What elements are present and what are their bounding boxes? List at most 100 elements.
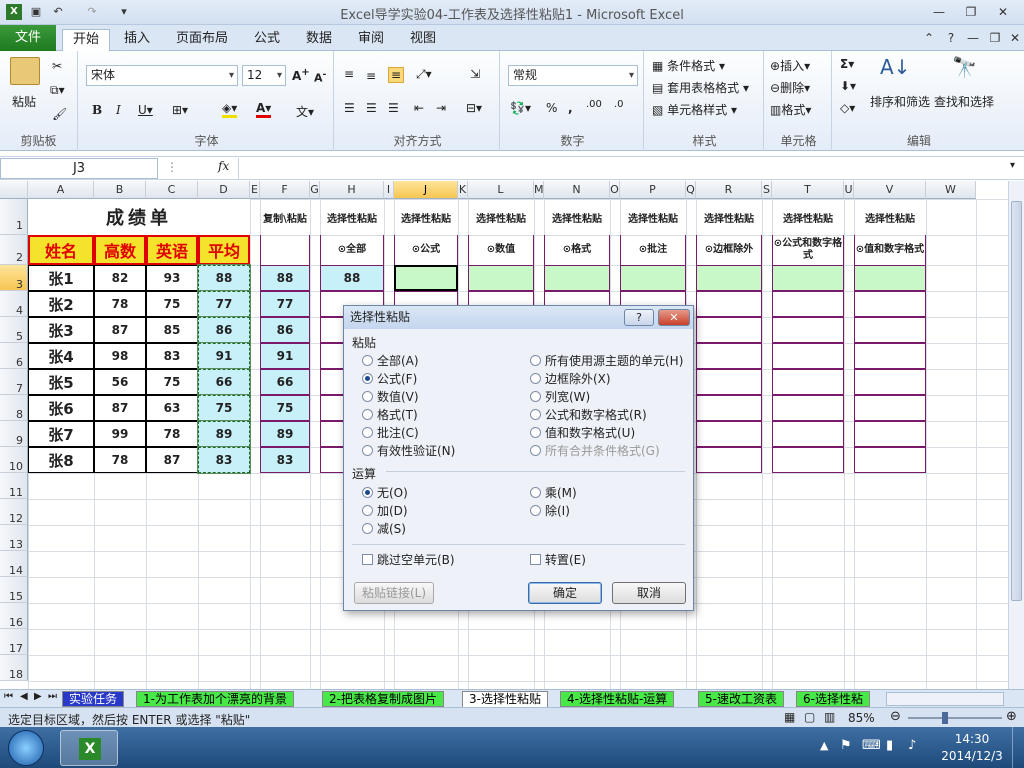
align-center-icon[interactable]: ☰ [366, 101, 377, 115]
insert-function-icon[interactable]: fx [218, 159, 229, 173]
paste-option-left-0[interactable]: 全部(A) [362, 352, 419, 369]
paste-option-right-0[interactable]: 所有使用源主题的单元(H) [530, 352, 683, 369]
column-header-B[interactable]: B [94, 181, 146, 199]
paste-target-cell[interactable] [854, 317, 926, 343]
expand-formula-icon[interactable]: ▾ [1010, 160, 1015, 171]
transpose-checkbox[interactable]: 转置(E) [530, 551, 586, 568]
zoom-slider-thumb[interactable] [942, 712, 948, 724]
format-cells-button[interactable]: ▥格式▾ [770, 101, 811, 118]
paste-button[interactable]: 粘贴 [12, 93, 36, 110]
autosum-icon[interactable]: Σ▾ [840, 57, 854, 71]
minimize-icon[interactable]: — [926, 3, 952, 21]
column-header-M[interactable]: M [534, 181, 544, 199]
accounting-format-icon[interactable]: 💱▾ [510, 101, 531, 115]
increase-decimal-icon[interactable]: .00 [586, 99, 602, 110]
sheet-tab-5[interactable]: 5-速改工资表 [698, 691, 784, 707]
number-format-combo[interactable]: 常规 [508, 65, 638, 86]
dialog-help-button[interactable]: ? [624, 309, 654, 326]
column-header-D[interactable]: D [198, 181, 250, 199]
row-header-2[interactable]: 2 [0, 235, 28, 265]
find-select-icon[interactable]: 🔭 [952, 55, 977, 79]
operation-option-right-1[interactable]: 除(I) [530, 502, 570, 519]
zoom-in-icon[interactable]: ⊕ [1006, 709, 1017, 724]
insert-cells-button[interactable]: ⊕插入▾ [770, 57, 810, 74]
column-header-H[interactable]: H [320, 181, 384, 199]
zoom-level[interactable]: 85% [848, 711, 875, 725]
decrease-indent-icon[interactable]: ⇤ [414, 101, 424, 115]
close-icon[interactable]: ✕ [990, 3, 1016, 21]
first-sheet-icon[interactable]: ⏮ [4, 691, 13, 702]
paste-target-cell[interactable] [854, 291, 926, 317]
row-header-5[interactable]: 5 [0, 317, 28, 343]
dialog-close-button[interactable]: ✕ [658, 309, 690, 326]
column-header-U[interactable]: U [844, 181, 854, 199]
column-header-T[interactable]: T [772, 181, 844, 199]
orientation-icon[interactable]: ⤢▾ [416, 67, 432, 82]
paste-option-right-3[interactable]: 公式和数字格式(R) [530, 406, 647, 423]
increase-indent-icon[interactable]: ⇥ [436, 101, 446, 115]
column-header-S[interactable]: S [762, 181, 772, 199]
decrease-decimal-icon[interactable]: .0 [614, 99, 624, 110]
paste-target-cell[interactable] [696, 343, 762, 369]
page-layout-view-icon[interactable]: ▢ [804, 710, 815, 724]
next-sheet-icon[interactable]: ▶ [34, 691, 42, 702]
paste-link-button[interactable]: 粘贴链接(L) [354, 582, 434, 604]
sort-filter-button[interactable]: 排序和筛选 [870, 93, 930, 110]
align-top-icon[interactable]: ≡ [344, 67, 354, 81]
operation-option-right-0[interactable]: 乘(M) [530, 484, 577, 501]
underline-icon[interactable]: U▾ [138, 103, 153, 117]
column-header-A[interactable]: A [28, 181, 94, 199]
paste-option-right-5[interactable]: 所有合并条件格式(G) [530, 442, 660, 459]
paste-target-cell[interactable] [696, 291, 762, 317]
paste-target-cell[interactable] [772, 343, 844, 369]
fill-icon[interactable]: ⬇▾ [840, 79, 856, 93]
align-bottom-icon[interactable]: ≡ [388, 67, 405, 83]
paste-option-left-2[interactable]: 数值(V) [362, 388, 419, 405]
format-painter-icon[interactable]: 🖌 [52, 107, 67, 121]
network-icon[interactable]: ▮ [886, 738, 893, 753]
conditional-format-button[interactable]: ▦ 条件格式 ▾ [652, 57, 725, 74]
column-header-I[interactable]: I [384, 181, 394, 199]
sheet-tab-0[interactable]: 实验任务 [62, 691, 125, 707]
column-header-Q[interactable]: Q [686, 181, 696, 199]
formula-options-icon[interactable]: ⋮ [166, 160, 178, 174]
copy-icon[interactable]: ⧉▾ [50, 83, 65, 98]
paste-target-cell[interactable] [854, 395, 926, 421]
start-button-icon[interactable] [8, 730, 44, 766]
column-header-L[interactable]: L [468, 181, 534, 199]
sheet-tab-3[interactable]: 3-选择性粘贴 [462, 691, 548, 707]
paste-option-left-5[interactable]: 有效性验证(N) [362, 442, 455, 459]
find-select-button[interactable]: 查找和选择 [934, 93, 994, 110]
paste-target-cell[interactable] [468, 265, 534, 291]
paste-target-cell[interactable] [854, 265, 926, 291]
sheet-tab-6[interactable]: 6-选择性粘 [796, 691, 870, 707]
delete-cells-button[interactable]: ⊖删除▾ [770, 79, 810, 96]
flag-icon[interactable]: ⚑ [840, 738, 852, 753]
percent-icon[interactable]: % [546, 101, 557, 115]
row-header-8[interactable]: 8 [0, 395, 28, 421]
paste-target-cell[interactable] [772, 317, 844, 343]
tab-review[interactable]: 审阅 [348, 29, 394, 51]
paste-target-cell[interactable] [772, 369, 844, 395]
column-header-E[interactable]: E [250, 181, 260, 199]
column-header-P[interactable]: P [620, 181, 686, 199]
paste-option-right-1[interactable]: 边框除外(X) [530, 370, 611, 387]
row-header-10[interactable]: 10 [0, 447, 28, 473]
paste-icon[interactable] [10, 57, 40, 85]
paste-target-cell[interactable] [620, 265, 686, 291]
operation-option-left-1[interactable]: 加(D) [362, 502, 408, 519]
font-name-combo[interactable]: 宋体 [86, 65, 238, 86]
align-right-icon[interactable]: ☰ [388, 101, 399, 115]
grow-font-icon[interactable]: A+ [292, 67, 310, 83]
select-all-corner[interactable] [0, 181, 28, 199]
font-color-icon[interactable]: A▾ [256, 101, 272, 118]
name-box[interactable]: J3 [0, 158, 158, 179]
row-header-17[interactable]: 17 [0, 629, 28, 655]
row-header-7[interactable]: 7 [0, 369, 28, 395]
paste-target-cell[interactable] [696, 265, 762, 291]
align-middle-icon[interactable]: ≡ [366, 69, 376, 83]
row-header-11[interactable]: 11 [0, 473, 28, 499]
row-header-18[interactable]: 18 [0, 655, 28, 681]
shrink-font-icon[interactable]: A- [314, 69, 326, 85]
border-icon[interactable]: ⊞▾ [172, 103, 188, 117]
